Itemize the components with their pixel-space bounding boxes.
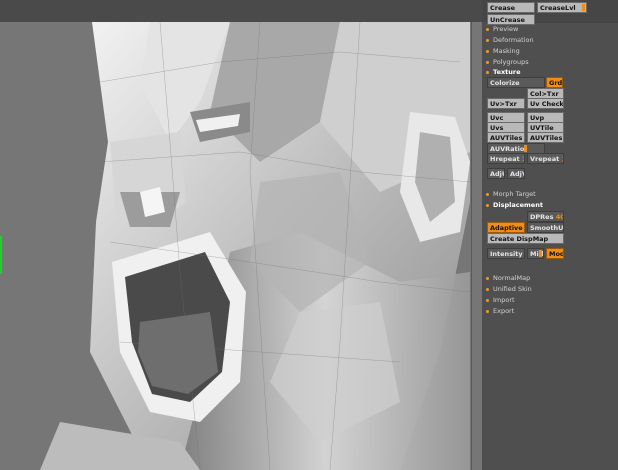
bullet-icon: [486, 38, 489, 42]
bullet-icon: [486, 203, 489, 207]
section-deformation-label: Deformation: [493, 36, 534, 44]
dpres-value: 4096: [555, 213, 564, 221]
hrepeat-slider[interactable]: Hrepeat 1: [487, 153, 525, 164]
section-unified-skin-label: Unified Skin: [493, 285, 532, 293]
uv-check-button[interactable]: Uv Check: [527, 98, 564, 109]
grd-label: Grd: [549, 79, 563, 87]
smoothuv-toggle[interactable]: SmoothUV: [527, 222, 564, 233]
adaptive-toggle[interactable]: Adaptive: [487, 222, 525, 233]
hrepeat-value: 1: [522, 155, 524, 163]
section-displacement-label: Displacement: [493, 201, 543, 209]
viewport-divider: [471, 22, 472, 470]
crease-button[interactable]: Crease: [487, 2, 535, 13]
section-import-label: Import: [493, 296, 515, 304]
bullet-icon: [486, 276, 489, 280]
colorize-label: Colorize: [490, 79, 520, 87]
section-unified-skin[interactable]: Unified Skin: [486, 284, 532, 294]
adaptive-label: Adaptive: [490, 224, 523, 232]
hrepeat-label: Hrepeat: [490, 155, 520, 163]
uncrease-label: UnCrease: [490, 16, 525, 24]
section-import[interactable]: Import: [486, 295, 515, 305]
tool-palette: Crease CreaseLvl UnCrease Preview Deform…: [482, 0, 618, 470]
section-export[interactable]: Export: [486, 306, 514, 316]
create-dispmap-button[interactable]: Create DispMap: [487, 233, 564, 244]
uvp-label: Uvp: [530, 114, 545, 122]
section-displacement[interactable]: Displacement: [486, 200, 543, 210]
dpres-slider[interactable]: DPRes 4096: [527, 211, 564, 222]
bullet-icon: [486, 60, 489, 64]
bullet-icon: [486, 309, 489, 313]
section-polygroups[interactable]: Polygroups: [486, 57, 529, 67]
bullet-icon: [486, 192, 489, 196]
bullet-icon: [486, 298, 489, 302]
adju-label: AdjU: [490, 170, 504, 178]
bullet-icon: [486, 287, 489, 291]
grd-toggle[interactable]: Grd: [546, 77, 563, 88]
auvratio-indicator: [524, 145, 527, 152]
mode-label: Mode: [549, 250, 563, 258]
section-texture[interactable]: Texture: [486, 67, 521, 77]
dpres-label: DPRes: [530, 213, 554, 221]
auvtiles-secondary-button[interactable]: AUVTiles: [527, 132, 564, 143]
smoothuv-label: SmoothUV: [530, 224, 564, 232]
creaselvl-slider[interactable]: CreaseLvl: [537, 2, 587, 13]
side-marker: [0, 236, 2, 274]
uv-to-txr-label: Uv>Txr: [490, 100, 517, 108]
bullet-icon: [486, 70, 489, 74]
crease-label: Crease: [490, 4, 516, 12]
section-masking-label: Masking: [493, 47, 520, 55]
adjv-slider[interactable]: AdjV: [507, 168, 525, 179]
uvs-label: Uvs: [490, 124, 504, 132]
section-normalmap[interactable]: NormalMap: [486, 273, 530, 283]
creaselvl-label: CreaseLvl: [540, 4, 576, 12]
section-export-label: Export: [493, 307, 515, 315]
section-deformation[interactable]: Deformation: [486, 35, 534, 45]
bullet-icon: [486, 49, 489, 53]
uv-check-label: Uv Check: [530, 100, 564, 108]
screaming-head-model: [0, 22, 486, 470]
bullet-icon: [486, 27, 489, 31]
section-morph-target-label: Morph Target: [493, 190, 536, 198]
vrepeat-label: Vrepeat: [530, 155, 560, 163]
section-morph-target[interactable]: Morph Target: [486, 189, 536, 199]
auvtiles-label: AUVTiles: [490, 134, 523, 142]
creaselvl-indicator: [582, 4, 585, 11]
create-dispmap-label: Create DispMap: [490, 235, 549, 243]
section-masking[interactable]: Masking: [486, 46, 520, 56]
mode-toggle[interactable]: Mode: [546, 248, 564, 259]
sculpt-viewport[interactable]: [0, 22, 486, 470]
auvtiles-button[interactable]: AUVTiles: [487, 132, 525, 143]
intensity-slider[interactable]: Intensity: [487, 248, 525, 259]
uvc-label: Uvc: [490, 114, 504, 122]
auvtiles-secondary-label: AUVTiles: [530, 134, 563, 142]
uvtile-label: UVTile: [530, 124, 554, 132]
intensity-label: Intensity: [490, 250, 523, 258]
vrepeat-value: 1: [561, 155, 563, 163]
section-preview-label: Preview: [493, 25, 519, 33]
col-to-txr-label: Col>Txr: [530, 90, 559, 98]
section-normalmap-label: NormalMap: [493, 274, 531, 282]
section-polygroups-label: Polygroups: [493, 58, 529, 66]
section-texture-label: Texture: [493, 68, 521, 76]
auvratio-label: AUVRatio: [490, 145, 525, 153]
vrepeat-slider[interactable]: Vrepeat 1: [527, 153, 564, 164]
section-preview[interactable]: Preview: [486, 24, 518, 34]
adju-slider[interactable]: AdjU: [487, 168, 505, 179]
mid-slider[interactable]: Mid: [527, 248, 544, 259]
uv-to-txr-button[interactable]: Uv>Txr: [487, 98, 525, 109]
mid-indicator: [539, 250, 542, 257]
adjv-label: AdjV: [510, 170, 524, 178]
colorize-button[interactable]: Colorize: [487, 77, 545, 88]
